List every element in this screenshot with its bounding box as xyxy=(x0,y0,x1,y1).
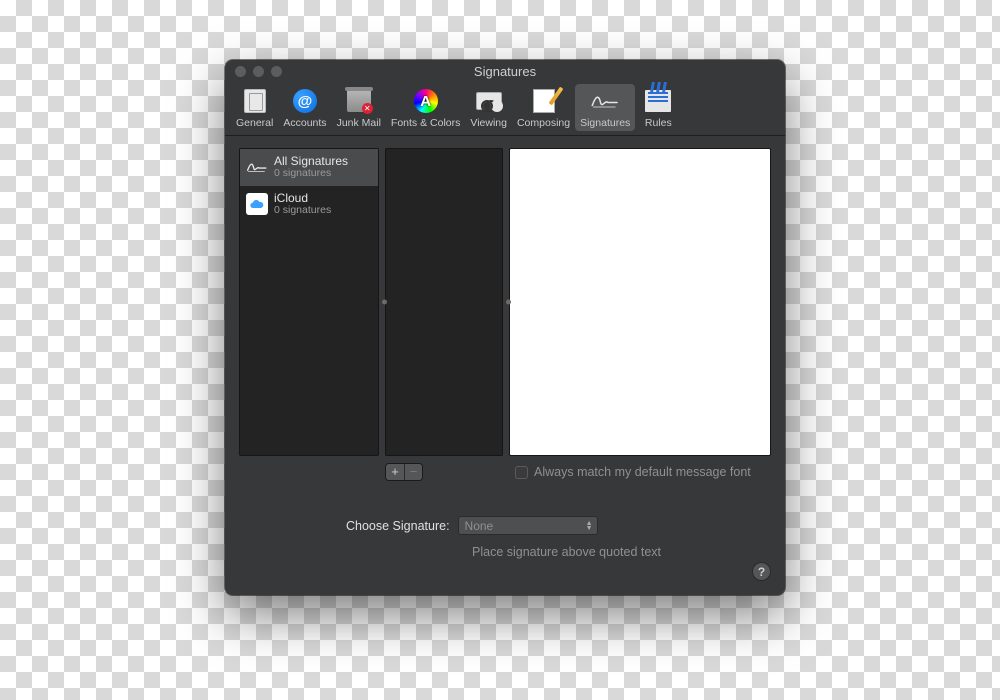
tab-viewing[interactable]: Viewing xyxy=(465,84,512,131)
viewing-icon xyxy=(474,87,504,115)
tab-junk-label: Junk Mail xyxy=(337,117,381,129)
account-count: 0 signatures xyxy=(274,168,348,180)
place-above-label: Place signature above quoted text xyxy=(472,545,661,559)
account-icloud[interactable]: iCloud 0 signatures xyxy=(240,186,378,223)
signature-icon xyxy=(246,156,268,178)
tab-rules[interactable]: Rules xyxy=(635,84,681,131)
tab-junk-mail[interactable]: Junk Mail xyxy=(332,84,386,131)
tab-signatures[interactable]: Signatures xyxy=(575,84,635,131)
tab-fonts-label: Fonts & Colors xyxy=(391,117,460,129)
account-all-signatures[interactable]: All Signatures 0 signatures xyxy=(240,149,378,186)
preferences-window: Signatures General @ Accounts Junk Mail … xyxy=(225,60,785,595)
chevron-up-down-icon: ▲▼ xyxy=(586,521,593,531)
choose-signature-label: Choose Signature: xyxy=(346,519,450,533)
tab-viewing-label: Viewing xyxy=(470,117,507,129)
junk-mail-icon xyxy=(344,87,374,115)
match-font-label: Always match my default message font xyxy=(534,465,751,479)
remove-signature-button[interactable]: − xyxy=(404,464,422,480)
preferences-toolbar: General @ Accounts Junk Mail Fonts & Col… xyxy=(225,82,785,136)
signatures-icon xyxy=(590,87,620,115)
signatures-content: All Signatures 0 signatures iCloud 0 sig… xyxy=(225,136,785,595)
tab-fonts-colors[interactable]: Fonts & Colors xyxy=(386,84,465,131)
tab-accounts[interactable]: @ Accounts xyxy=(278,84,331,131)
help-button[interactable]: ? xyxy=(752,562,771,581)
window-title: Signatures xyxy=(225,64,785,79)
add-remove-segmented: + − xyxy=(385,463,423,481)
account-name: iCloud xyxy=(274,192,331,205)
tab-composing-label: Composing xyxy=(517,117,570,129)
accounts-list[interactable]: All Signatures 0 signatures iCloud 0 sig… xyxy=(239,148,379,456)
account-count: 0 signatures xyxy=(274,205,331,217)
fonts-colors-icon xyxy=(411,87,441,115)
composing-icon xyxy=(529,87,559,115)
splitter-handle[interactable] xyxy=(506,300,511,305)
tab-general-label: General xyxy=(236,117,273,129)
tab-general[interactable]: General xyxy=(231,84,278,131)
columns: All Signatures 0 signatures iCloud 0 sig… xyxy=(239,148,771,456)
add-signature-button[interactable]: + xyxy=(386,464,404,480)
splitter-handle[interactable] xyxy=(382,300,387,305)
rules-icon xyxy=(643,87,673,115)
signatures-list[interactable] xyxy=(385,148,503,456)
tab-signatures-label: Signatures xyxy=(580,117,630,129)
choose-signature-value: None xyxy=(465,519,494,533)
titlebar: Signatures xyxy=(225,60,785,82)
icloud-icon xyxy=(246,193,268,215)
match-font-row: Always match my default message font xyxy=(515,465,751,479)
bottom-section: Choose Signature: None ▲▼ Place signatur… xyxy=(239,516,771,559)
general-icon xyxy=(240,87,270,115)
choose-signature-row: Choose Signature: None ▲▼ xyxy=(239,516,771,535)
place-above-row: Place signature above quoted text xyxy=(239,545,771,559)
signature-editor[interactable] xyxy=(509,148,771,456)
accounts-icon: @ xyxy=(290,87,320,115)
match-font-checkbox[interactable] xyxy=(515,466,528,479)
choose-signature-select[interactable]: None ▲▼ xyxy=(458,516,598,535)
tab-rules-label: Rules xyxy=(645,117,672,129)
tab-accounts-label: Accounts xyxy=(283,117,326,129)
tab-composing[interactable]: Composing xyxy=(512,84,575,131)
below-columns-row: + − Always match my default message font xyxy=(239,462,771,482)
